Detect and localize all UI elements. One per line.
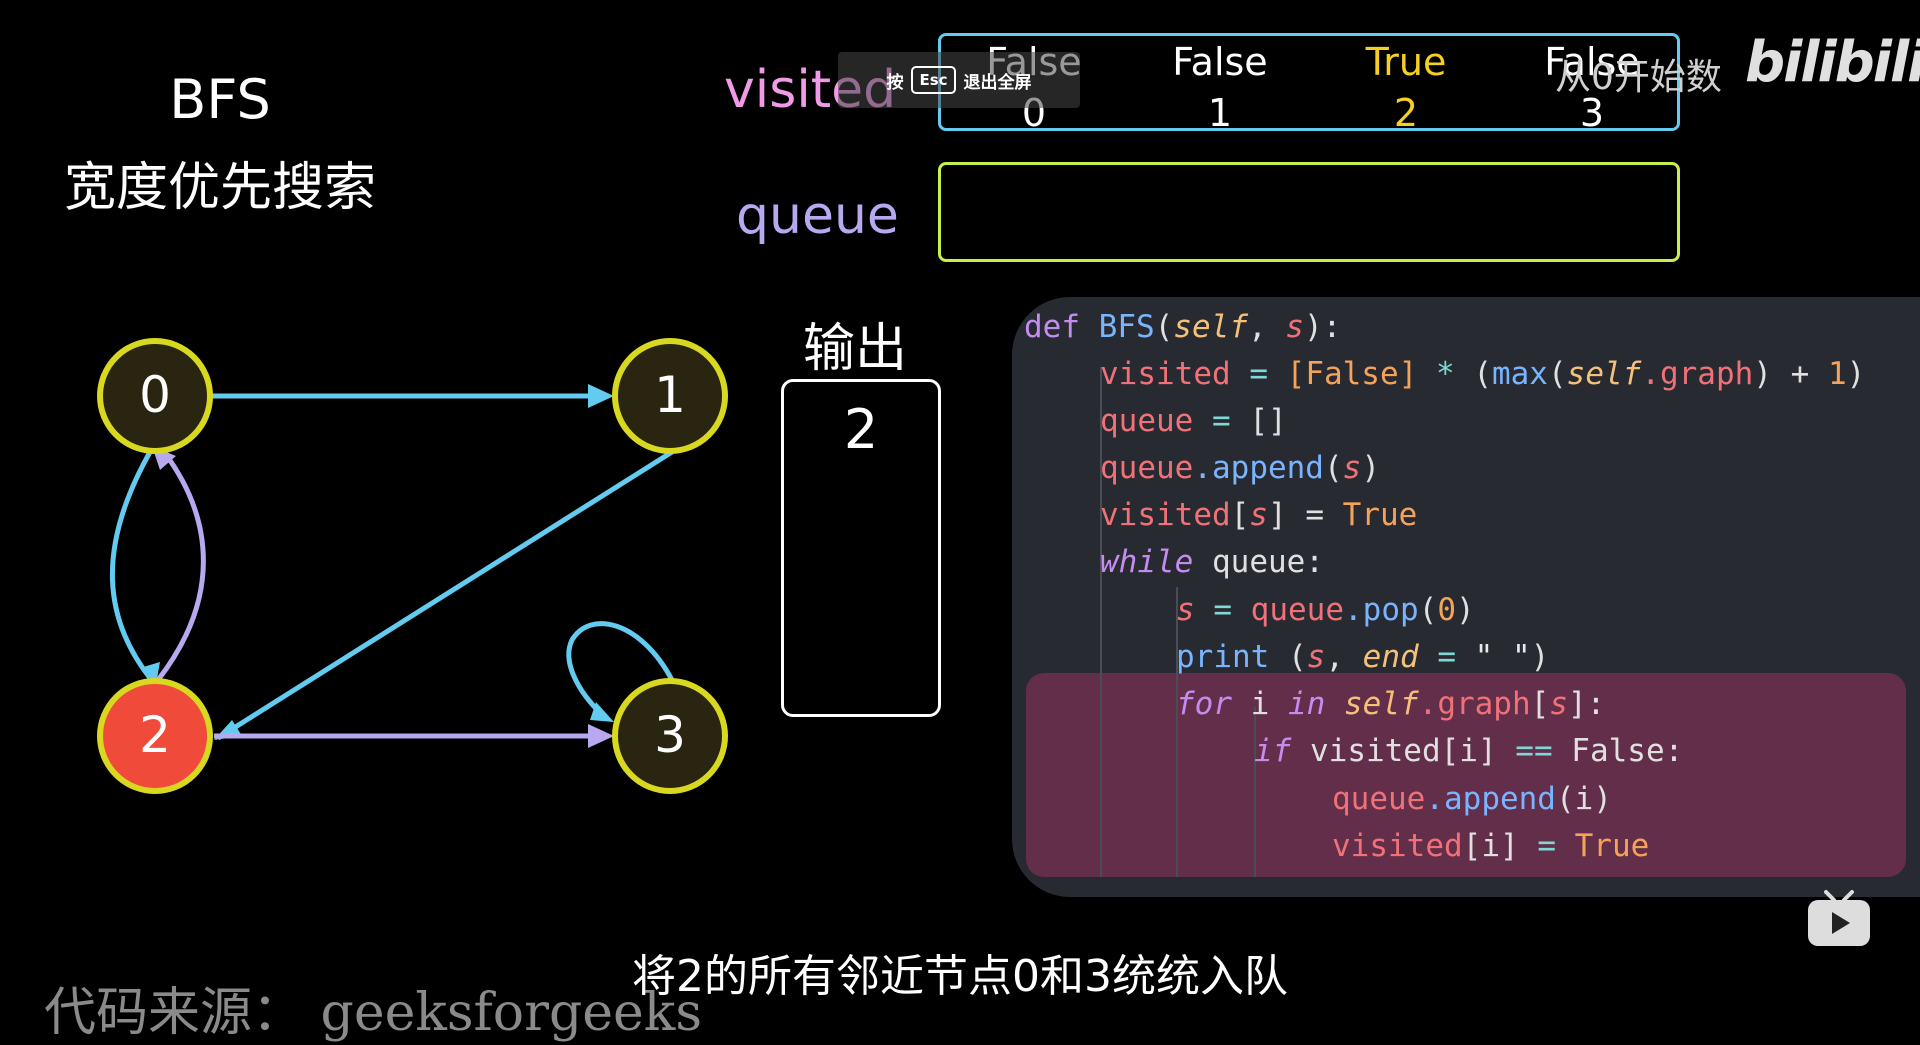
code-line-8: print (s, end = " ")	[1176, 639, 1550, 675]
node-label-0: 0	[139, 366, 171, 424]
esc-key-icon: Esc	[911, 66, 956, 94]
node-label-2: 2	[139, 706, 171, 764]
edge-0-1-head	[588, 384, 614, 408]
brand-tagline: 从0开始数	[1555, 57, 1722, 98]
edge-1-2	[216, 449, 674, 741]
code-line-1: def BFS(self, s):	[1024, 309, 1342, 345]
subtitle: 将2的所有邻近节点0和3统统入队	[632, 951, 1288, 1002]
visited-value-2: True	[1365, 40, 1447, 84]
code-line-10: if visited[i] == False:	[1254, 733, 1684, 769]
code-line-4: queue.append(s)	[1100, 450, 1380, 486]
visited-index-1: 1	[1207, 91, 1233, 135]
code-line-9: for i in self.graph[s]:	[1176, 686, 1606, 722]
code-panel: def BFS(self, s): visited = [False] * (m…	[1012, 297, 1920, 897]
heading-bfs-chinese: 宽度优先搜索	[63, 158, 376, 218]
code-line-6: while queue:	[1100, 544, 1324, 580]
esc-action-text: 退出全屏	[963, 72, 1032, 93]
visited-cell-2: True 2	[1313, 36, 1499, 138]
node-label-1: 1	[654, 366, 686, 424]
visited-value-1: False	[1172, 40, 1268, 84]
code-line-2: visited = [False] * (max(self.graph) + 1…	[1100, 356, 1866, 392]
code-line-7: s = queue.pop(0)	[1176, 592, 1475, 628]
code-line-5: visited[s] = True	[1100, 497, 1418, 533]
heading-bfs: BFS	[169, 68, 271, 131]
node-label-3: 3	[654, 706, 686, 764]
output-box: 2	[781, 379, 941, 717]
edge-2-3-head	[588, 724, 614, 748]
code-line-12: visited[i] = True	[1332, 828, 1650, 864]
code-line-11: queue.append(i)	[1332, 781, 1612, 817]
output-label: 输出	[803, 319, 908, 379]
exit-fullscreen-hint[interactable]: 按 Esc 退出全屏	[838, 52, 1080, 108]
edge-0-2	[109, 450, 153, 680]
output-value: 2	[843, 398, 879, 461]
queue-label: queue	[736, 186, 899, 246]
esc-press-text: 按	[886, 72, 904, 93]
visited-cell-1: False 1	[1127, 36, 1313, 138]
queue-array	[938, 162, 1680, 262]
edge-2-0	[156, 450, 206, 682]
code-line-3: queue = []	[1100, 403, 1287, 439]
visited-index-2: 2	[1393, 91, 1419, 135]
bilibili-logo: bilibili	[1745, 30, 1920, 95]
